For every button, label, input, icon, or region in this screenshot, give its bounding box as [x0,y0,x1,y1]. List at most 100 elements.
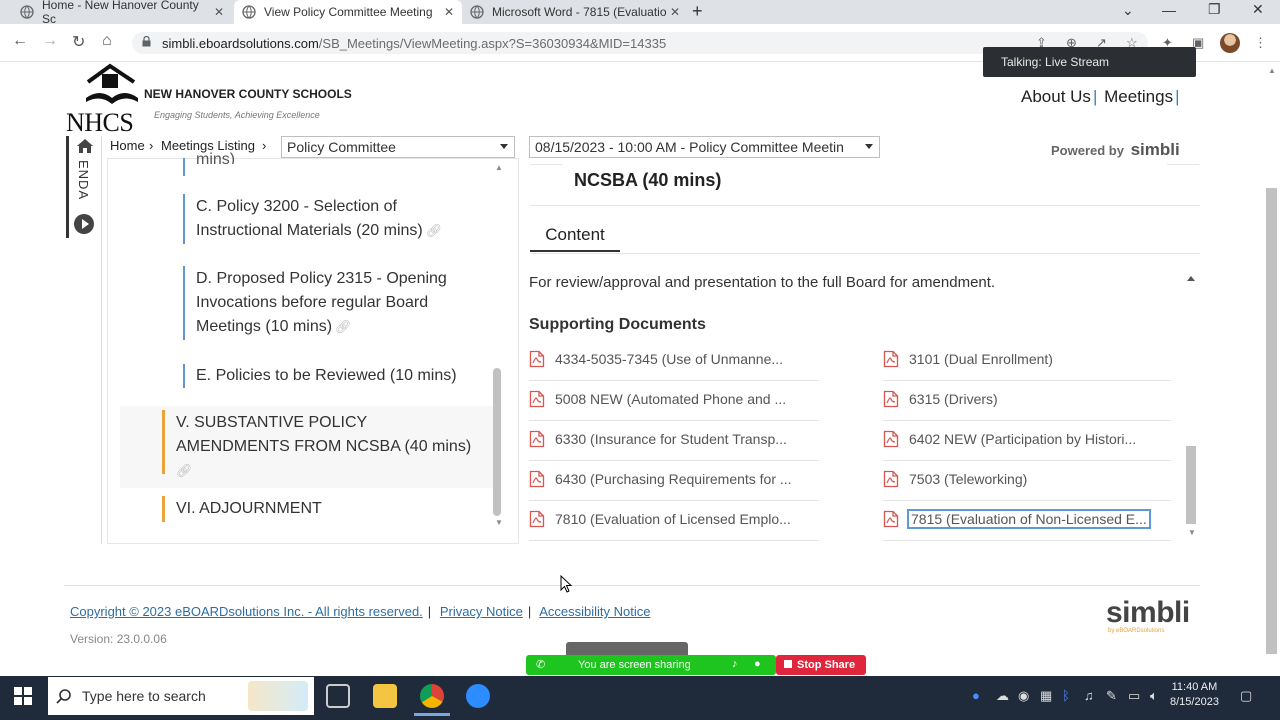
breadcrumb-home[interactable]: Home [110,138,145,153]
agenda-item-marker [183,266,185,340]
volume-icon[interactable]: 🔈︎ [1150,688,1158,704]
chrome-icon[interactable] [420,684,444,708]
speaker-tray-icon[interactable]: ♫ [1084,688,1094,703]
search-icon [56,689,71,704]
pdf-icon [883,430,899,448]
agenda-item-e[interactable]: E. Policies to be Reviewed (10 mins) [196,364,457,388]
agenda-item-partial[interactable]: mins) [196,148,235,164]
forward-icon[interactable]: → [42,32,58,50]
close-icon[interactable]: ✕ [670,5,680,19]
agenda-item-d[interactable]: D. Proposed Policy 2315 - Opening Invoca… [196,267,447,339]
security-tray-icon[interactable]: ▦ [1040,688,1052,704]
close-icon[interactable]: ✕ [214,5,224,19]
stop-share-button[interactable]: Stop Share [776,655,866,675]
mic-icon[interactable]: ♪ [732,658,738,670]
meeting-select-value: 08/15/2023 - 10:00 AM - Policy Committee… [535,139,844,155]
school-logo-icon [86,63,138,104]
agenda-section-vi[interactable]: VI. ADJOURNMENT [176,497,322,521]
avatar[interactable] [1220,33,1240,53]
notifications-icon[interactable]: ▢ [1240,688,1252,704]
window-scroll-thumb[interactable] [1266,188,1277,654]
file-explorer-icon[interactable] [373,684,397,708]
tagline: Engaging Students, Achieving Excellence [154,110,320,120]
supporting-doc-link[interactable]: 7503 (Teleworking) [883,470,1171,510]
paperclip-icon: 🔗︎ [335,319,352,334]
restore-icon[interactable]: ❐ [1208,1,1221,18]
supporting-doc-link[interactable]: 7815 (Evaluation of Non-Licensed E... [883,509,1171,550]
reload-icon[interactable]: ↻ [72,32,85,52]
doc-title: 7810 (Evaluation of Licensed Emplo... [555,511,791,527]
agenda-side-marker [66,136,69,238]
logo-text: NHCS [66,108,134,137]
top-nav: About Us | Meetings | [1021,87,1180,106]
chrome-tray-icon[interactable]: ◉ [1018,688,1029,704]
scroll-up-icon[interactable]: ▲ [1268,66,1276,75]
minimize-icon[interactable]: — [1162,2,1176,18]
supporting-doc-link[interactable]: 5008 NEW (Automated Phone and ... [529,390,819,430]
back-icon[interactable]: ← [12,32,28,50]
agenda-section-v[interactable]: V. SUBSTANTIVE POLICY AMENDMENTS FROM NC… [176,411,471,483]
tab-content[interactable]: Content [530,222,620,252]
menu-kebab-icon[interactable]: ⋮ [1254,35,1267,51]
supporting-doc-link[interactable]: 3101 (Dual Enrollment) [883,350,1171,390]
privacy-link[interactable]: Privacy Notice [440,604,523,619]
tab-word-doc[interactable]: Microsoft Word - 7815 (Evaluatio ✕ [462,0,688,24]
agenda-item-text: Invocations before regular Board [196,294,429,311]
nav-meetings[interactable]: Meetings [1104,87,1173,106]
org-name: NEW HANOVER COUNTY SCHOOLS [144,87,352,101]
play-icon[interactable] [74,214,94,234]
chevron-down-icon[interactable]: ⌄ [1122,2,1134,19]
item-title: NCSBA (40 mins) [574,170,722,190]
committee-select-value: Policy Committee [287,139,396,155]
search-highlight-image [248,681,308,711]
bluetooth-icon[interactable]: ᛒ [1062,688,1070,703]
tab-label: Home - New Hanover County Sc [42,0,199,26]
detail-scroll-thumb[interactable] [1186,446,1196,524]
window-close-icon[interactable]: ✕ [1252,1,1264,18]
copyright-link[interactable]: Copyright © 2023 eBOARDsolutions Inc. - … [70,604,423,619]
supporting-doc-link[interactable]: 6315 (Drivers) [883,390,1171,430]
supporting-docs-heading: Supporting Documents [529,316,706,333]
zoom-app-icon[interactable] [466,684,490,708]
agenda-vertical-label[interactable]: ENDA [76,160,91,200]
home-icon[interactable]: ⌂ [102,32,112,50]
doc-title: 6330 (Insurance for Student Transp... [555,431,787,447]
divider [883,540,1171,541]
zoom-tray-icon[interactable]: ● [972,688,980,703]
network-icon[interactable]: ▭ [1128,688,1140,704]
close-icon[interactable]: ✕ [444,5,454,19]
committee-select[interactable]: Policy Committee [281,136,515,158]
clock[interactable]: 11:40 AM 8/15/2023 [1170,680,1219,710]
task-view-icon[interactable] [326,684,350,708]
meeting-select[interactable]: 08/15/2023 - 10:00 AM - Policy Committee… [529,136,880,158]
doc-title: 5008 NEW (Automated Phone and ... [555,391,787,407]
taskbar-search-input[interactable]: Type here to search [48,677,314,715]
active-app-indicator [414,713,450,716]
supporting-doc-link[interactable]: 6430 (Purchasing Requirements for ... [529,470,819,510]
chevron-right-icon: › [262,138,267,153]
cloud-icon[interactable]: ☁ [996,688,1009,704]
agenda-item-text: Meetings (10 mins) [196,318,333,335]
scroll-down-icon[interactable]: ▼ [495,518,503,527]
pen-icon[interactable]: ✎ [1106,688,1117,704]
accessibility-link[interactable]: Accessibility Notice [539,604,650,619]
phone-icon: ✆ [536,659,546,671]
new-tab-icon[interactable]: + [692,1,703,22]
scroll-up-icon[interactable]: ▲ [495,163,503,172]
agenda-scroll-thumb[interactable] [493,368,501,516]
scroll-down-icon[interactable]: ▼ [1188,528,1196,537]
collapse-icon[interactable] [1187,276,1195,281]
windows-start-icon[interactable] [14,687,32,705]
supporting-doc-link[interactable]: 6330 (Insurance for Student Transp... [529,430,819,470]
tab-view-meeting[interactable]: View Policy Committee Meeting ✕ [234,0,462,24]
url-text: simbli.eboardsolutions.com/SB_Meetings/V… [162,36,666,51]
version-text: Version: 23.0.0.06 [70,632,167,646]
nav-about-us[interactable]: About Us [1021,87,1091,106]
supporting-doc-link[interactable]: 4334-5035-7345 (Use of Unmanne... [529,350,819,390]
supporting-doc-link[interactable]: 7810 (Evaluation of Licensed Emplo... [529,510,819,550]
supporting-doc-link[interactable]: 6402 NEW (Participation by Histori... [883,430,1171,470]
tab-home[interactable]: Home - New Hanover County Sc ✕ [12,0,232,26]
divider [883,380,1171,381]
doc-title: 7503 (Teleworking) [909,471,1028,487]
agenda-item-c[interactable]: C. Policy 3200 - Selection of Instructio… [196,195,442,243]
